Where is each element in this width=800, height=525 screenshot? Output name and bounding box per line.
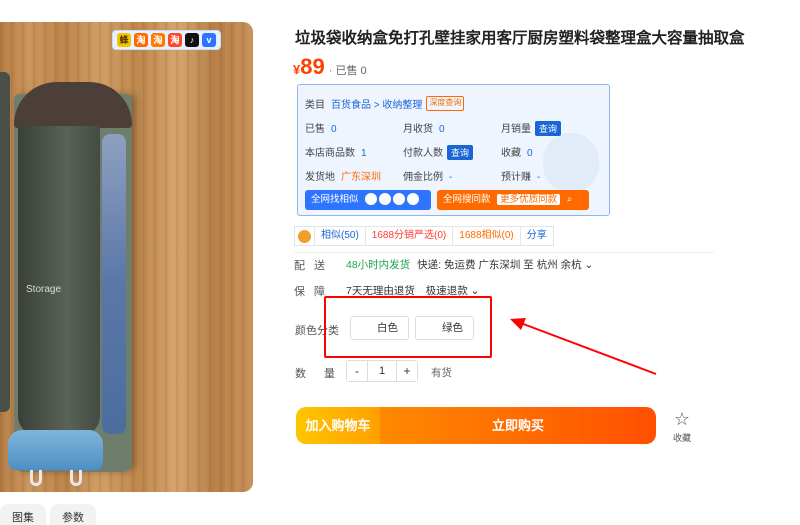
commission-value: - <box>449 172 453 183</box>
find-similar-button[interactable]: 全网找相似 <box>305 190 431 210</box>
sold-label: 已售 <box>305 124 325 135</box>
favorite-label: 收藏 <box>672 433 691 443</box>
star-icon: ☆ <box>673 409 691 429</box>
payers-query-button[interactable]: 查询 <box>447 145 474 160</box>
shipping-info[interactable]: 48小时内发货 快递: 免运费 广东深圳 至 杭州 余杭 ⌄ <box>346 257 593 272</box>
annotation-arrow <box>510 318 657 375</box>
platform-icon <box>393 193 406 206</box>
adjacent-dispenser <box>0 72 10 412</box>
thumbnail-tabs: 图集 参数 <box>0 504 96 525</box>
payers-label: 付款人数 <box>403 148 443 159</box>
currency-symbol: ¥ <box>293 62 301 77</box>
product-title: 垃圾袋收纳盒免打孔壁挂家用客厅厨房塑料袋整理盒大容量抽取盒 <box>295 30 745 47</box>
buy-now-button[interactable]: 立即购买 <box>380 407 656 444</box>
search-same-label: 全网搜同款 <box>443 194 491 205</box>
badge-icon[interactable]: 淘 <box>151 33 165 47</box>
mascot-icon <box>543 133 599 193</box>
monthly-sales-label: 月销量 <box>501 124 531 135</box>
est-earning-value: - <box>537 172 541 183</box>
platform-icon <box>379 193 392 206</box>
avatar-icon <box>295 227 315 245</box>
hook-icon <box>70 470 82 486</box>
share-tag[interactable]: 分享 <box>521 227 553 245</box>
storage-print: Storage <box>26 284 62 295</box>
tab-gallery[interactable]: 图集 <box>0 504 46 525</box>
category-label: 类目 <box>305 100 325 111</box>
hook-icon <box>30 470 42 486</box>
shipping-detail: 快递: 免运费 广东深圳 至 杭州 余杭 ⌄ <box>417 259 594 271</box>
add-to-cart-button[interactable]: 加入购物车 <box>296 407 380 444</box>
increment-button[interactable]: + <box>397 361 417 381</box>
favorites-value: 0 <box>527 148 533 159</box>
favorites-label: 收藏 <box>501 148 521 159</box>
store-count-value: 1 <box>361 148 367 159</box>
divider <box>294 252 714 253</box>
quantity-label: 数量 <box>295 368 353 380</box>
category-link[interactable]: 百货食品 > 收纳整理 <box>331 96 422 111</box>
monthly-collect-label: 月收货 <box>403 124 433 135</box>
tab-params[interactable]: 参数 <box>50 504 96 525</box>
source-badges[interactable]: 蜂 淘 淘 淘 ♪ v <box>112 30 221 50</box>
shipping-label: 配送 <box>294 260 334 272</box>
badge-icon[interactable]: 淘 <box>134 33 148 47</box>
similar-tag[interactable]: 相似(50) <box>315 227 366 245</box>
platform-icons <box>365 193 420 206</box>
bag-roll <box>8 430 103 470</box>
more-sources-button[interactable]: 更多优质同款 <box>497 194 561 205</box>
deep-query-button[interactable]: 深度查询 <box>426 96 465 111</box>
est-earning-label: 预计赚 <box>501 172 531 183</box>
ship-from-label: 发货地 <box>305 172 335 183</box>
badge-icon[interactable]: 淘 <box>168 33 182 47</box>
store-count-label: 本店商品数 <box>305 148 355 159</box>
sold-count: · 已售 0 <box>328 65 367 77</box>
strict-select-tag[interactable]: 1688分销严选(0) <box>366 227 454 245</box>
search-same-button[interactable]: 全网搜同款 更多优质同款 ⌕ <box>437 190 589 210</box>
favorite-button[interactable]: ☆ 收藏 <box>668 410 696 444</box>
platform-icon <box>407 193 420 206</box>
price: 89 <box>300 54 325 79</box>
monthly-collect-value: 0 <box>439 124 445 135</box>
stock-status: 有货 <box>431 367 452 379</box>
platform-icon <box>365 193 378 206</box>
commission-label: 佣金比例 <box>403 172 443 183</box>
annotation-highlight-box <box>324 296 492 358</box>
chevron-down-icon[interactable]: v <box>202 33 216 47</box>
badge-icon[interactable]: 蜂 <box>117 33 131 47</box>
dispenser-window <box>18 126 100 436</box>
decrement-button[interactable]: - <box>347 361 367 381</box>
price-row: ¥ 89 · 已售 0 <box>293 54 367 80</box>
quantity-stepper: - 1 + <box>346 360 418 382</box>
purchase-bar: 加入购物车 立即购买 <box>296 407 656 444</box>
tag-row: 相似(50) 1688分销严选(0) 1688相似(0) 分享 <box>294 226 554 246</box>
product-image[interactable]: Storage <box>0 22 253 492</box>
search-icon: ⌕ <box>566 194 573 205</box>
sold-value: 0 <box>331 124 337 135</box>
tiktok-icon[interactable]: ♪ <box>185 33 199 47</box>
shipping-speed: 48小时内发货 <box>346 259 411 271</box>
quantity-input[interactable]: 1 <box>367 361 397 381</box>
find-similar-label: 全网找相似 <box>311 194 359 205</box>
monthly-sales-query-button[interactable]: 查询 <box>535 121 562 136</box>
bag-slot <box>102 134 126 434</box>
plugin-panel: 类目 百货食品 > 收纳整理 深度查询 已售 0 月收货 0 月销量 查询 本店商品数… <box>297 84 610 216</box>
similar-1688-tag[interactable]: 1688相似(0) <box>453 227 521 245</box>
ship-from-value: 广东深圳 <box>341 172 381 183</box>
